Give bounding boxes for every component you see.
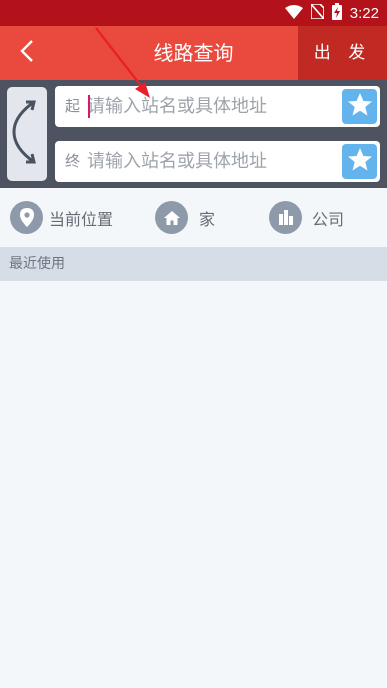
start-field: 起 xyxy=(55,86,380,127)
text-cursor xyxy=(88,95,90,118)
star-icon xyxy=(347,92,373,121)
end-field: 终 xyxy=(55,141,380,182)
swap-button[interactable] xyxy=(7,87,47,181)
shortcut-bar: 当前位置 家 公司 xyxy=(0,188,387,246)
shortcut-current-location[interactable]: 当前位置 xyxy=(10,201,113,234)
status-bar: 3:22 xyxy=(0,0,387,26)
status-icons: 3:22 xyxy=(284,2,379,24)
office-building-icon xyxy=(269,201,302,234)
swap-arrows-icon xyxy=(12,96,42,172)
location-pin-icon xyxy=(10,201,43,234)
back-button[interactable] xyxy=(0,26,54,80)
recent-list xyxy=(0,281,387,688)
battery-charging-icon xyxy=(331,2,342,24)
star-icon xyxy=(347,147,373,176)
start-input[interactable] xyxy=(87,91,337,122)
recent-title: 最近使用 xyxy=(9,256,65,272)
shortcut-label: 家 xyxy=(199,209,216,229)
back-arrow-icon xyxy=(19,39,35,67)
no-sim-icon xyxy=(309,2,325,23)
route-search-panel: 起 终 xyxy=(0,80,387,188)
title-bar: 线路查询 出 发 xyxy=(0,26,387,80)
end-label: 终 xyxy=(65,152,81,170)
go-button[interactable]: 出 发 xyxy=(298,26,387,80)
home-icon xyxy=(155,201,188,234)
end-input[interactable] xyxy=(87,146,337,177)
status-time: 3:22 xyxy=(349,4,379,22)
start-favorite-button[interactable] xyxy=(342,89,377,124)
shortcut-home[interactable]: 家 xyxy=(155,201,215,234)
shortcut-company[interactable]: 公司 xyxy=(269,201,344,234)
shortcut-label: 公司 xyxy=(312,209,345,229)
end-favorite-button[interactable] xyxy=(342,144,377,179)
wifi-icon xyxy=(284,4,303,23)
start-label: 起 xyxy=(65,97,81,115)
shortcut-label: 当前位置 xyxy=(49,209,114,229)
recent-section-header: 最近使用 xyxy=(0,247,387,281)
